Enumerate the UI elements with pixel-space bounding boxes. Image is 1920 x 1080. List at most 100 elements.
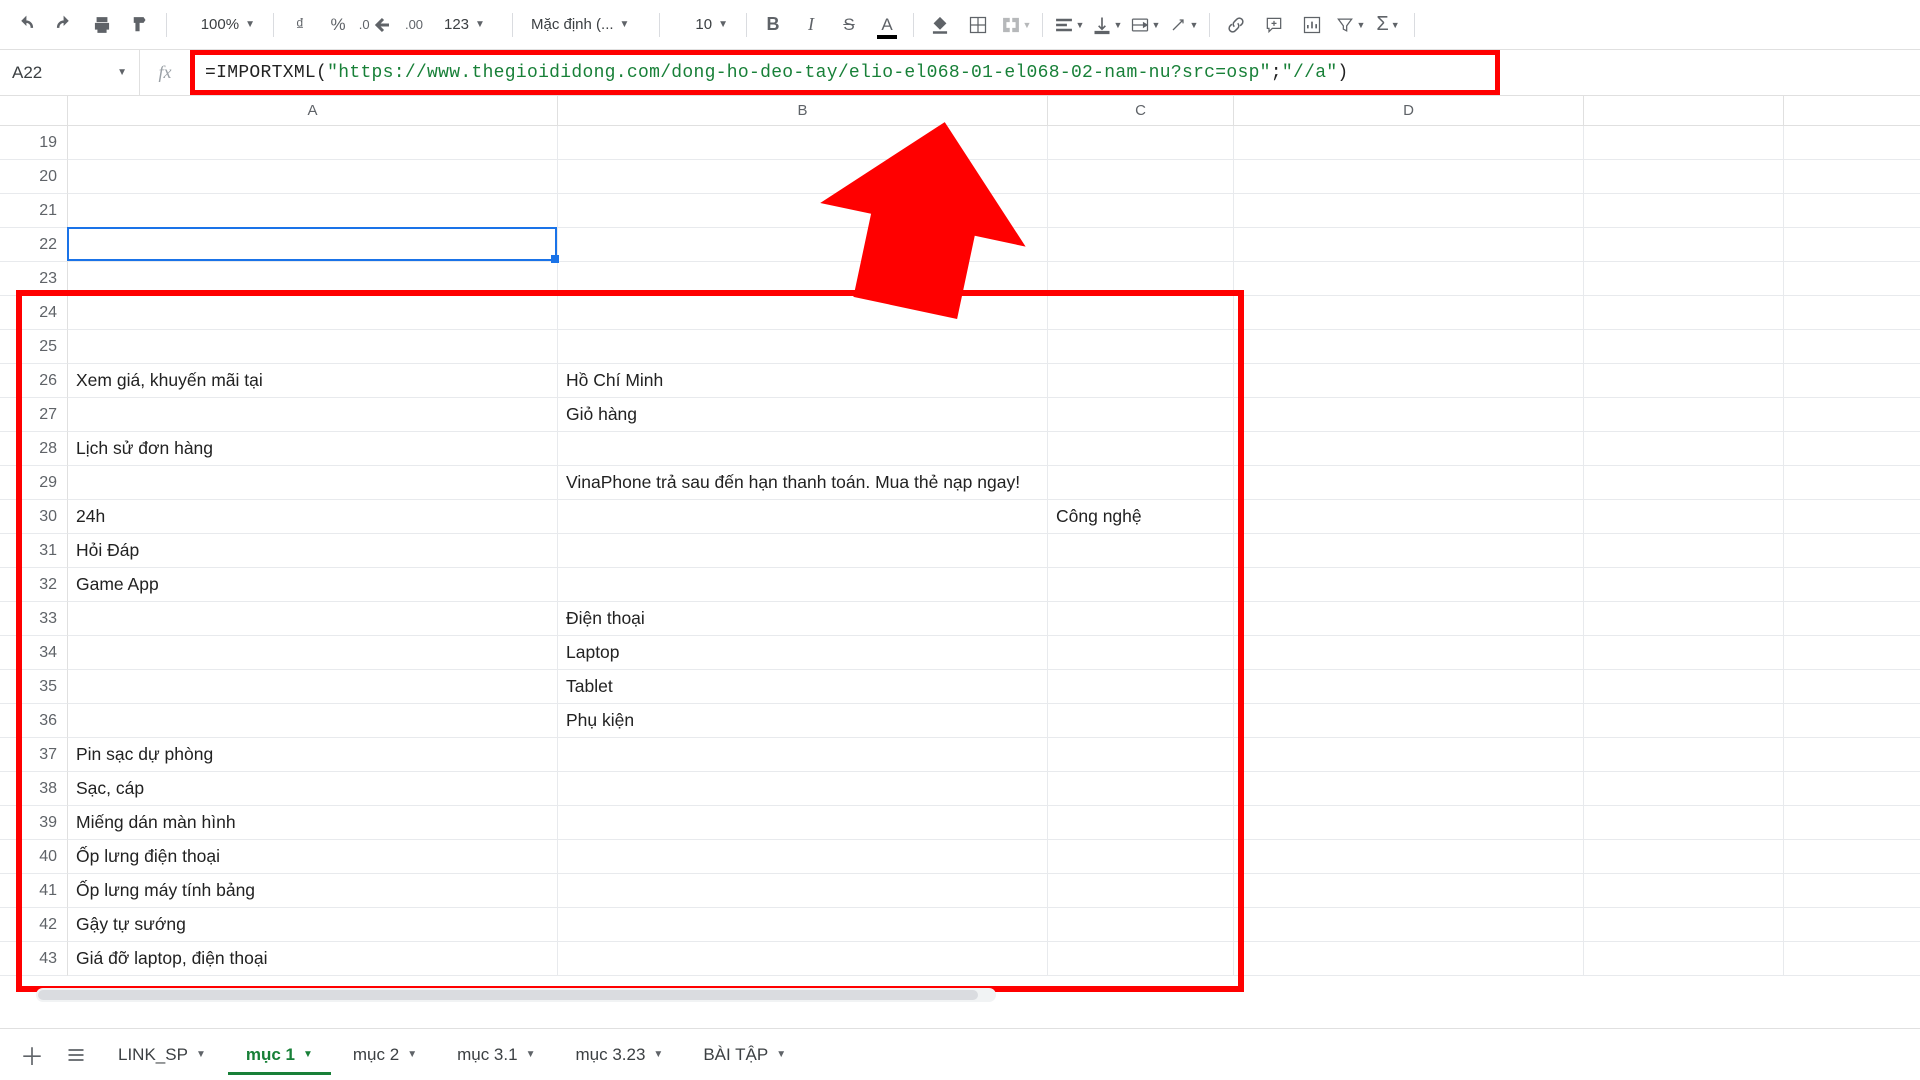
cell[interactable] [1234,262,1584,295]
row-header[interactable]: 36 [0,704,68,738]
redo-button[interactable] [46,7,82,43]
cell[interactable] [558,874,1048,907]
text-color-button[interactable]: A [869,7,905,43]
row-header[interactable]: 33 [0,602,68,636]
cell[interactable] [1048,636,1234,669]
cell[interactable] [1584,806,1784,839]
cell[interactable] [68,228,558,261]
cell[interactable] [1234,330,1584,363]
cell[interactable] [558,568,1048,601]
row-header[interactable]: 21 [0,194,68,228]
cell[interactable] [558,534,1048,567]
cell[interactable] [1048,738,1234,771]
cell[interactable] [1048,942,1234,975]
cell[interactable] [1584,500,1784,533]
decrease-decimal-button[interactable]: .0 [358,7,394,43]
cell[interactable] [1048,194,1234,227]
formula-bar[interactable]: =IMPORTXML("https://www.thegioididong.co… [190,50,1500,95]
cell[interactable] [1234,908,1584,941]
cell[interactable] [1234,840,1584,873]
horizontal-scrollbar-track[interactable] [36,988,996,1002]
cell[interactable] [558,330,1048,363]
cell[interactable] [68,670,558,703]
text-rotation-button[interactable]: ▼ [1165,7,1201,43]
row-header[interactable]: 41 [0,874,68,908]
cell[interactable] [1234,126,1584,159]
cell[interactable] [558,500,1048,533]
cell[interactable] [1584,704,1784,737]
row-header[interactable]: 27 [0,398,68,432]
cell[interactable] [68,398,558,431]
cell[interactable] [1234,806,1584,839]
cell[interactable] [1234,704,1584,737]
all-sheets-button[interactable] [56,1035,96,1075]
merge-cells-button[interactable]: ▼ [998,7,1034,43]
cell[interactable] [1048,398,1234,431]
cell[interactable] [1234,228,1584,261]
cell[interactable]: Gậy tự sướng [68,908,558,941]
cell[interactable] [68,160,558,193]
currency-button[interactable]: ₫ [282,7,318,43]
cell[interactable]: Điện thoại [558,602,1048,635]
cell[interactable] [558,738,1048,771]
cell[interactable] [68,194,558,227]
cell[interactable] [68,330,558,363]
fill-color-button[interactable] [922,7,958,43]
cell[interactable] [1048,602,1234,635]
cell[interactable] [1048,806,1234,839]
cell[interactable] [1234,194,1584,227]
cell[interactable] [1584,126,1784,159]
row-header[interactable]: 19 [0,126,68,160]
cell[interactable] [1234,160,1584,193]
cell[interactable] [1584,228,1784,261]
cell[interactable]: VinaPhone trả sau đến hạn thanh toán. Mu… [558,466,1048,499]
paint-format-button[interactable] [122,7,158,43]
cell[interactable] [1048,364,1234,397]
row-header[interactable]: 39 [0,806,68,840]
cell[interactable]: Ốp lưng máy tính bảng [68,874,558,907]
sheet-tab[interactable]: LINK_SP▼ [100,1035,224,1075]
row-header[interactable]: 23 [0,262,68,296]
cell[interactable] [558,806,1048,839]
sheet-tab[interactable]: mục 1▼ [228,1035,331,1075]
row-header[interactable]: 38 [0,772,68,806]
cell[interactable] [1584,194,1784,227]
cell[interactable] [1048,874,1234,907]
column-header-D[interactable]: D [1234,96,1584,125]
cell[interactable] [558,296,1048,329]
bold-button[interactable]: B [755,7,791,43]
cell[interactable]: Sạc, cáp [68,772,558,805]
row-header[interactable]: 34 [0,636,68,670]
cell[interactable] [1584,534,1784,567]
borders-button[interactable] [960,7,996,43]
cell[interactable] [68,636,558,669]
cell[interactable]: Giá đỡ laptop, điện thoại [68,942,558,975]
cell[interactable]: Ốp lưng điện thoại [68,840,558,873]
cell[interactable]: Lịch sử đơn hàng [68,432,558,465]
cell[interactable] [1048,228,1234,261]
cell[interactable] [1048,670,1234,703]
insert-chart-button[interactable] [1294,7,1330,43]
cell[interactable]: Công nghệ [1048,500,1234,533]
cell[interactable] [68,296,558,329]
sheet-tab[interactable]: BÀI TẬP▼ [685,1035,804,1075]
cell[interactable] [1584,364,1784,397]
cell[interactable] [1584,296,1784,329]
cell[interactable]: Xem giá, khuyến mãi tại [68,364,558,397]
cell[interactable]: Laptop [558,636,1048,669]
cell[interactable] [558,942,1048,975]
strikethrough-button[interactable]: S [831,7,867,43]
cell[interactable] [1048,296,1234,329]
print-button[interactable] [84,7,120,43]
cell[interactable] [1584,330,1784,363]
horizontal-align-button[interactable]: ▼ [1051,7,1087,43]
row-header[interactable]: 26 [0,364,68,398]
cell[interactable] [558,840,1048,873]
cell[interactable] [1048,840,1234,873]
row-header[interactable]: 20 [0,160,68,194]
cell[interactable] [558,772,1048,805]
horizontal-scrollbar-thumb[interactable] [38,990,978,1000]
row-header[interactable]: 42 [0,908,68,942]
cell[interactable] [1234,738,1584,771]
cell-grid[interactable]: Xem giá, khuyến mãi tạiHồ Chí MinhGiỏ hà… [68,126,1920,1028]
